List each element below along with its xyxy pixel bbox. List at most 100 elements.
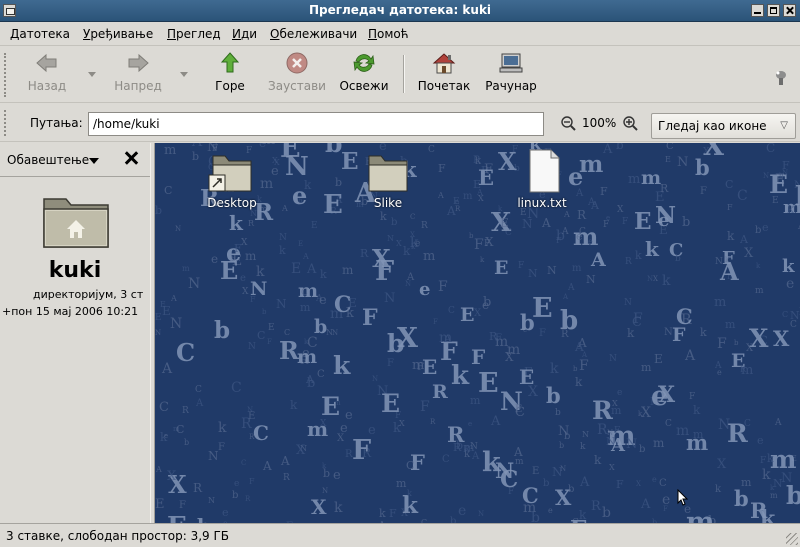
back-history-dropdown[interactable]	[88, 72, 96, 77]
stop-button[interactable]: Заустави	[266, 51, 328, 93]
svg-text:m: m	[439, 330, 452, 346]
svg-text:X: X	[528, 384, 538, 400]
svg-text:X: X	[311, 495, 327, 519]
svg-text:C: C	[448, 306, 455, 316]
svg-text:k: k	[693, 403, 701, 417]
svg-text:e: e	[419, 279, 430, 300]
svg-text:N: N	[208, 449, 219, 463]
back-button[interactable]: Назад	[25, 51, 69, 93]
svg-text:E: E	[381, 389, 400, 418]
menu-bookmarks[interactable]: Обележивачи	[270, 27, 357, 41]
resize-grip[interactable]	[786, 533, 798, 545]
svg-text:C: C	[666, 143, 674, 152]
caret-down-icon[interactable]	[89, 158, 99, 164]
location-input[interactable]	[88, 112, 544, 136]
sidebar-close-icon[interactable]	[124, 151, 138, 165]
up-button[interactable]: Горе	[208, 51, 252, 93]
svg-text:k: k	[579, 508, 587, 522]
svg-text:F: F	[603, 220, 609, 230]
svg-text:C: C	[725, 178, 733, 191]
menu-go[interactable]: Иди	[232, 27, 257, 41]
svg-text:b: b	[734, 339, 739, 347]
svg-text:A: A	[195, 398, 204, 409]
svg-text:A: A	[774, 418, 782, 428]
svg-text:N: N	[470, 442, 478, 452]
maximize-button[interactable]	[767, 4, 780, 17]
svg-text:k: k	[662, 273, 671, 289]
svg-text:N: N	[552, 465, 563, 479]
svg-text:e: e	[651, 381, 668, 412]
svg-text:N: N	[626, 437, 637, 452]
computer-button[interactable]: Рачунар	[483, 51, 539, 93]
forward-history-dropdown[interactable]	[180, 72, 188, 77]
svg-text:E: E	[321, 392, 340, 421]
svg-text:R: R	[591, 499, 602, 514]
locationbar-grip[interactable]	[4, 110, 8, 136]
menu-edit[interactable]: Уређивање	[83, 27, 153, 41]
svg-text:F: F	[616, 478, 624, 491]
svg-text:F: F	[663, 505, 668, 513]
svg-text:A: A	[739, 233, 749, 246]
zoom-in-icon[interactable]	[623, 116, 638, 131]
zoom-level[interactable]: 100%	[582, 116, 616, 130]
svg-text:A: A	[567, 283, 575, 293]
svg-text:N: N	[248, 342, 256, 352]
toolbar-separator	[403, 55, 405, 93]
svg-text:A: A	[437, 191, 444, 200]
svg-text:F: F	[600, 185, 608, 198]
file-icon-desktop[interactable]: Desktop	[195, 153, 269, 210]
svg-text:X: X	[167, 469, 177, 484]
file-icon-slike[interactable]: Slike	[351, 153, 425, 210]
svg-text:b: b	[262, 308, 267, 316]
svg-text:e: e	[762, 221, 769, 234]
toolbar-grip[interactable]	[4, 53, 8, 97]
svg-text:E: E	[500, 216, 509, 230]
menu-file[interactable]: Датотека	[10, 27, 70, 41]
svg-text:k: k	[580, 442, 586, 452]
svg-text:X: X	[242, 287, 249, 297]
svg-text:C: C	[406, 459, 414, 472]
svg-text:b: b	[616, 143, 624, 152]
menu-help[interactable]: Помоћ	[368, 27, 409, 41]
chevron-down-icon: ▽	[780, 120, 788, 131]
svg-text:A: A	[471, 451, 480, 462]
svg-text:C: C	[737, 188, 748, 204]
location-bar: Путања: 100% Гледај као иконе ▽	[0, 104, 800, 142]
svg-text:F: F	[438, 162, 446, 175]
svg-text:m: m	[164, 143, 176, 158]
svg-text:k: k	[407, 489, 412, 498]
svg-text:E: E	[311, 221, 318, 231]
title-bar[interactable]: Прегледач датотека: kuki	[0, 0, 800, 22]
file-icon-linux-txt[interactable]: linux.txt	[505, 148, 579, 210]
zoom-out-icon[interactable]	[561, 116, 576, 131]
close-button[interactable]	[783, 4, 796, 17]
svg-text:N: N	[586, 273, 596, 286]
svg-text:R: R	[660, 182, 669, 195]
svg-text:E: E	[478, 165, 494, 190]
svg-text:N: N	[276, 297, 287, 311]
home-folder-icon	[40, 191, 112, 251]
folder-title: kuki	[48, 258, 102, 283]
sidebar-panel-select[interactable]: Обавештење	[7, 153, 89, 167]
svg-text:e: e	[576, 230, 583, 243]
svg-text:e: e	[240, 273, 246, 284]
minimize-button[interactable]	[751, 4, 764, 17]
svg-text:A: A	[590, 199, 600, 212]
svg-text:k: k	[645, 237, 660, 261]
svg-text:E: E	[478, 368, 499, 399]
menu-view[interactable]: Преглед	[167, 27, 221, 41]
svg-text:C: C	[659, 478, 667, 489]
svg-text:k: k	[380, 210, 387, 223]
svg-text:N: N	[495, 458, 514, 483]
svg-text:m: m	[755, 286, 764, 296]
home-button[interactable]: Почетак	[416, 51, 472, 93]
sidebar-header: Обавештење	[0, 143, 150, 177]
svg-text:m: m	[245, 249, 257, 263]
view-mode-select[interactable]: Гледај као иконе ▽	[651, 113, 796, 139]
reload-button[interactable]: Освежи	[338, 51, 390, 93]
svg-text:E: E	[248, 411, 255, 422]
svg-text:R: R	[625, 257, 632, 267]
svg-text:e: e	[588, 237, 593, 246]
icon-view[interactable]: FRXAkNNXmAFXmbFREebANRAFkeCFbbeFbNAXCFEA…	[155, 143, 800, 523]
forward-button[interactable]: Напред	[111, 51, 165, 93]
